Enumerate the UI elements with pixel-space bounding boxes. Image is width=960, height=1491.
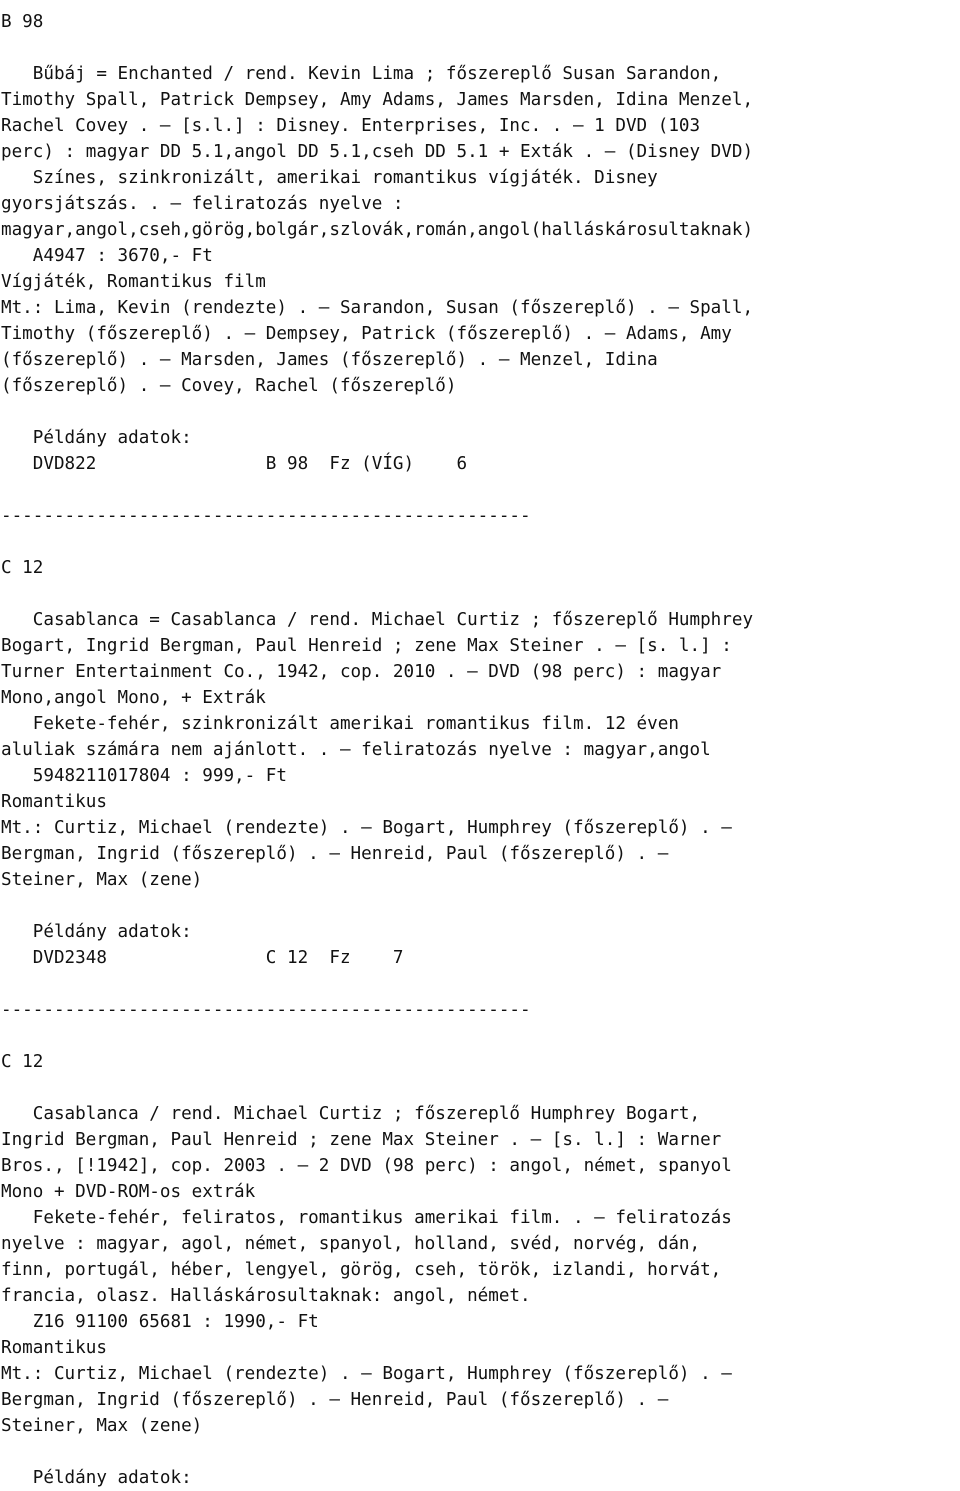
record-line: Romantikus xyxy=(1,1338,107,1358)
copies-heading: Példány adatok: xyxy=(1,1468,192,1488)
record-line: finn, portugál, héber, lengyel, görög, c… xyxy=(1,1260,722,1280)
record-line: Bogart, Ingrid Bergman, Paul Henreid ; z… xyxy=(1,636,732,656)
catalog-entry: B 98 Bűbáj = Enchanted / rend. Kevin Lim… xyxy=(1,9,959,555)
record-line: A4947 : 3670,- Ft xyxy=(1,246,213,266)
entry-separator: ----------------------------------------… xyxy=(1,1000,531,1020)
record-line: Bűbáj = Enchanted / rend. Kevin Lima ; f… xyxy=(1,64,722,84)
record-line: Romantikus xyxy=(1,792,107,812)
catalog-entry: C 12 Casablanca = Casablanca / rend. Mic… xyxy=(1,555,959,1049)
call-number-heading: C 12 xyxy=(1,1052,44,1072)
copies-heading: Példány adatok: xyxy=(1,428,192,448)
record-line: nyelve : magyar, agol, német, spanyol, h… xyxy=(1,1234,701,1254)
record-line: magyar,angol,cseh,görög,bolgár,szlovák,r… xyxy=(1,220,754,240)
record-line: Mt.: Curtiz, Michael (rendezte) . — Boga… xyxy=(1,818,732,838)
record-line: Vígjáték, Romantikus film xyxy=(1,272,266,292)
record-line: Turner Entertainment Co., 1942, cop. 201… xyxy=(1,662,722,682)
record-line: Fekete-fehér, szinkronizált amerikai rom… xyxy=(1,714,679,734)
copies-heading: Példány adatok: xyxy=(1,922,192,942)
catalog-page: B 98 Bűbáj = Enchanted / rend. Kevin Lim… xyxy=(0,0,960,1488)
record-line: Mt.: Curtiz, Michael (rendezte) . — Boga… xyxy=(1,1364,732,1384)
record-line: Mono + DVD-ROM-os extrák xyxy=(1,1182,256,1202)
record-line: Mt.: Lima, Kevin (rendezte) . — Sarandon… xyxy=(1,298,754,318)
call-number-heading: B 98 xyxy=(1,12,44,32)
record-line: Bergman, Ingrid (főszereplő) . — Henreid… xyxy=(1,1390,669,1410)
copy-row: DVD822 B 98 Fz (VÍG) 6 xyxy=(1,454,468,474)
entry-separator: ----------------------------------------… xyxy=(1,506,531,526)
call-number-heading: C 12 xyxy=(1,558,44,578)
record-line: Z16 91100 65681 : 1990,- Ft xyxy=(1,1312,319,1332)
record-line: Ingrid Bergman, Paul Henreid ; zene Max … xyxy=(1,1130,722,1150)
record-line: gyorsjátszás. . — feliratozás nyelve : xyxy=(1,194,404,214)
record-line: Bergman, Ingrid (főszereplő) . — Henreid… xyxy=(1,844,669,864)
record-line: Bros., [!1942], cop. 2003 . — 2 DVD (98 … xyxy=(1,1156,732,1176)
record-line: Színes, szinkronizált, amerikai romantik… xyxy=(1,168,658,188)
record-line: aluliak számára nem ajánlott. . — felira… xyxy=(1,740,711,760)
catalog-entry: C 12 Casablanca / rend. Michael Curtiz ;… xyxy=(1,1049,959,1491)
record-line: Casablanca = Casablanca / rend. Michael … xyxy=(1,610,754,630)
record-line: 5948211017804 : 999,- Ft xyxy=(1,766,287,786)
record-line: Casablanca / rend. Michael Curtiz ; fősz… xyxy=(1,1104,701,1124)
record-line: Steiner, Max (zene) xyxy=(1,870,203,890)
record-line: Rachel Covey . — [s.l.] : Disney. Enterp… xyxy=(1,116,701,136)
record-line: perc) : magyar DD 5.1,angol DD 5.1,cseh … xyxy=(1,142,754,162)
record-line: Mono,angol Mono, + Extrák xyxy=(1,688,266,708)
record-line: francia, olasz. Halláskárosultaknak: ang… xyxy=(1,1286,531,1306)
copy-row: DVD2348 C 12 Fz 7 xyxy=(1,948,404,968)
record-line: (főszereplő) . — Marsden, James (főszere… xyxy=(1,350,658,370)
record-line: Fekete-fehér, feliratos, romantikus amer… xyxy=(1,1208,732,1228)
record-line: (főszereplő) . — Covey, Rachel (főszerep… xyxy=(1,376,457,396)
record-line: Timothy (főszereplő) . — Dempsey, Patric… xyxy=(1,324,732,344)
record-line: Timothy Spall, Patrick Dempsey, Amy Adam… xyxy=(1,90,754,110)
catalog-document-body: B 98 Bűbáj = Enchanted / rend. Kevin Lim… xyxy=(1,9,959,1491)
record-line: Steiner, Max (zene) xyxy=(1,1416,203,1436)
